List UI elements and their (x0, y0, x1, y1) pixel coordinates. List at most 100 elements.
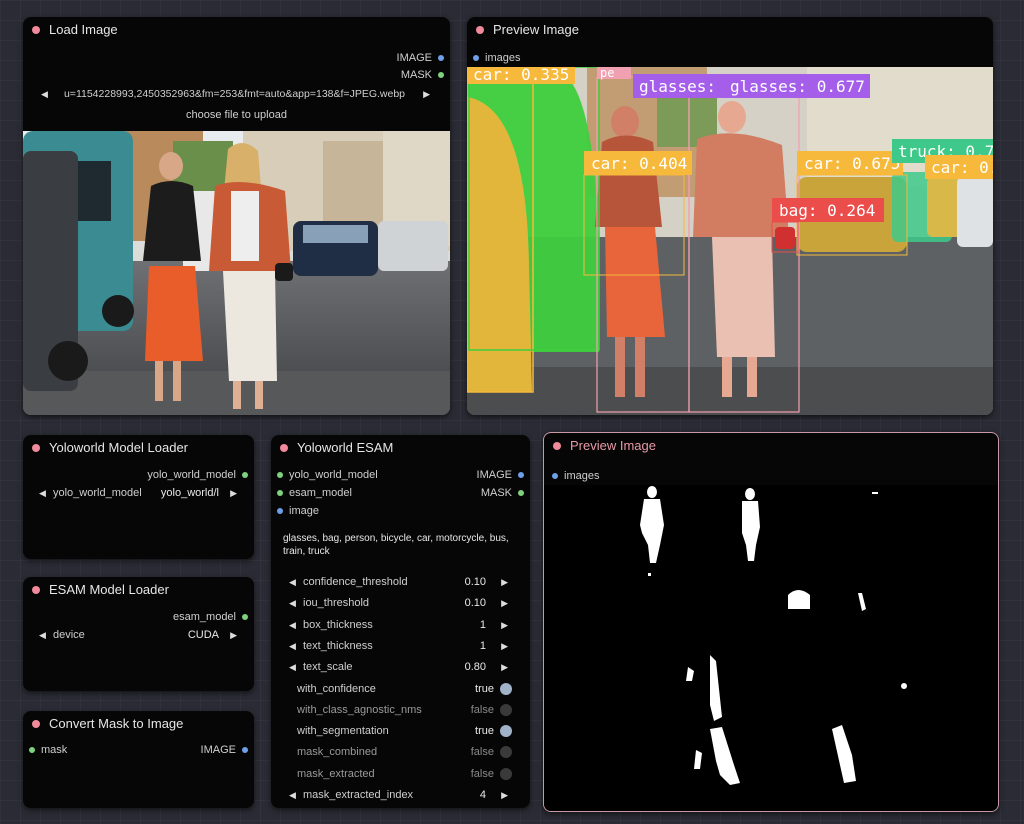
input-mask[interactable]: mask (29, 743, 67, 757)
widget-with-class-agnostic-nms[interactable]: with_class_agnostic_nms false (287, 701, 514, 719)
yolo-model-loader-node[interactable]: Yoloworld Model Loader yolo_world_model … (23, 435, 254, 559)
input-pin[interactable] (552, 473, 558, 480)
yolo-world-model-selector[interactable]: ◀ yolo_world_model yolo_world/l ▶ (39, 484, 239, 502)
widget-confidence-threshold[interactable]: ◀ confidence_threshold 0.10 ▶ (287, 573, 514, 591)
arrow-left-icon[interactable]: ◀ (41, 85, 48, 103)
output-esam-model[interactable]: esam_model (98, 610, 248, 624)
toggle-indicator[interactable] (500, 767, 512, 780)
yoloworld-esam-node[interactable]: Yoloworld ESAM yolo_world_model esam_mod… (271, 435, 530, 808)
widget-label: with_segmentation (297, 725, 389, 738)
input-pin[interactable] (29, 747, 35, 754)
output-mask[interactable]: MASK (444, 486, 524, 500)
node-title[interactable]: Yoloworld ESAM (271, 435, 530, 461)
arrow-left-icon[interactable]: ◀ (289, 637, 296, 655)
widget-value: 1 (479, 639, 486, 652)
widget-mask-combined[interactable]: mask_combined false (287, 743, 514, 761)
widget-value: 0.10 (464, 576, 486, 588)
output-label: yolo_world_model (147, 469, 236, 481)
categories-textarea[interactable]: glasses, bag, person, bicycle, car, moto… (283, 532, 518, 558)
output-pin[interactable] (242, 747, 248, 754)
widget-box-thickness[interactable]: ◀ box_thickness 1 ▶ (287, 616, 514, 634)
output-image[interactable]: IMAGE (148, 743, 248, 757)
arrow-left-icon[interactable]: ◀ (289, 786, 296, 804)
arrow-right-icon[interactable]: ▶ (501, 658, 508, 676)
node-title[interactable]: Yoloworld Model Loader (23, 435, 254, 461)
det-label: glasses: 0.677 (730, 77, 865, 96)
arrow-left-icon[interactable]: ◀ (289, 573, 296, 591)
node-title[interactable]: ESAM Model Loader (23, 577, 254, 603)
node-title[interactable]: Convert Mask to Image (23, 711, 254, 737)
preview-image-node[interactable]: Preview Image images car: 0.335 pe glass… (467, 17, 993, 415)
image-filename-widget[interactable]: ◀ u=1154228993,2450352963&fm=253&fmt=aut… (39, 85, 434, 103)
upload-button[interactable]: choose file to upload (39, 106, 434, 124)
widget-text-scale[interactable]: ◀ text_scale 0.80 ▶ (287, 658, 514, 676)
output-pin[interactable] (518, 472, 524, 479)
input-esam-model[interactable]: esam_model (277, 486, 352, 500)
preview-image-mask-node[interactable]: Preview Image images (543, 432, 999, 812)
widget-label: text_thickness (303, 639, 373, 652)
toggle-indicator[interactable] (500, 725, 512, 738)
widget-label: confidence_threshold (303, 576, 408, 588)
widget-iou-threshold[interactable]: ◀ iou_threshold 0.10 ▶ (287, 594, 514, 612)
det-label: car: 0. (931, 158, 993, 177)
toggle-indicator[interactable] (500, 682, 512, 695)
input-label: images (564, 470, 600, 482)
input-images[interactable]: images (552, 469, 599, 483)
arrow-left-icon[interactable]: ◀ (289, 658, 296, 676)
arrow-right-icon[interactable]: ▶ (501, 616, 508, 634)
output-pin[interactable] (242, 472, 248, 479)
node-status-dot (280, 444, 288, 452)
arrow-right-icon[interactable]: ▶ (501, 573, 508, 591)
device-selector[interactable]: ◀ device CUDA ▶ (39, 626, 239, 644)
output-pin[interactable] (518, 490, 524, 497)
output-pin[interactable] (242, 614, 248, 621)
widget-label: yolo_world_model (53, 487, 142, 499)
output-image[interactable]: IMAGE (444, 468, 524, 482)
output-image[interactable]: IMAGE (324, 51, 444, 65)
widget-label: mask_combined (297, 746, 378, 759)
arrow-left-icon[interactable]: ◀ (39, 484, 46, 502)
output-mask[interactable]: MASK (324, 68, 444, 82)
arrow-right-icon[interactable]: ▶ (501, 786, 508, 804)
output-label: esam_model (173, 611, 236, 623)
output-pin[interactable] (438, 72, 444, 79)
input-image[interactable]: image (277, 504, 319, 518)
arrow-right-icon[interactable]: ▶ (230, 484, 237, 502)
widget-with-segmentation[interactable]: with_segmentation true (287, 722, 514, 740)
arrow-left-icon[interactable]: ◀ (39, 626, 46, 644)
esam-model-loader-node[interactable]: ESAM Model Loader esam_model ◀ device CU… (23, 577, 254, 691)
input-yolo-world-model[interactable]: yolo_world_model (277, 468, 378, 482)
input-images[interactable]: images (473, 51, 520, 65)
det-label: glasses: ( (639, 77, 735, 96)
widget-text-thickness[interactable]: ◀ text_thickness 1 ▶ (287, 637, 514, 655)
input-label: image (289, 505, 319, 517)
convert-title: Convert Mask to Image (49, 716, 184, 731)
node-title[interactable]: Preview Image (467, 17, 993, 43)
preview-image-title: Preview Image (570, 438, 656, 453)
toggle-indicator[interactable] (500, 746, 512, 759)
arrow-left-icon[interactable]: ◀ (289, 616, 296, 634)
output-label: MASK (400, 69, 432, 81)
arrow-right-icon[interactable]: ▶ (423, 85, 430, 103)
node-title[interactable]: Load Image (23, 17, 450, 43)
arrow-right-icon[interactable]: ▶ (501, 637, 508, 655)
widget-mask-extracted-index[interactable]: ◀ mask_extracted_index 4 ▶ (287, 786, 514, 804)
load-image-node[interactable]: Load Image IMAGE MASK ◀ u=1154228993,245… (23, 17, 450, 415)
arrow-right-icon[interactable]: ▶ (501, 594, 508, 612)
input-pin[interactable] (277, 490, 283, 497)
widget-value: false (470, 767, 494, 780)
node-title[interactable]: Preview Image (544, 433, 998, 459)
input-pin[interactable] (277, 508, 283, 515)
output-pin[interactable] (438, 55, 444, 62)
widget-value: false (470, 746, 494, 759)
widget-with-confidence[interactable]: with_confidence true (287, 680, 514, 698)
arrow-left-icon[interactable]: ◀ (289, 594, 296, 612)
input-pin[interactable] (473, 55, 479, 62)
yolo-esam-title: Yoloworld ESAM (297, 440, 394, 455)
toggle-indicator[interactable] (500, 703, 512, 716)
output-yolo-world-model[interactable]: yolo_world_model (98, 468, 248, 482)
input-pin[interactable] (277, 472, 283, 479)
arrow-right-icon[interactable]: ▶ (230, 626, 237, 644)
convert-mask-node[interactable]: Convert Mask to Image mask IMAGE (23, 711, 254, 808)
widget-mask-extracted[interactable]: mask_extracted false (287, 765, 514, 783)
